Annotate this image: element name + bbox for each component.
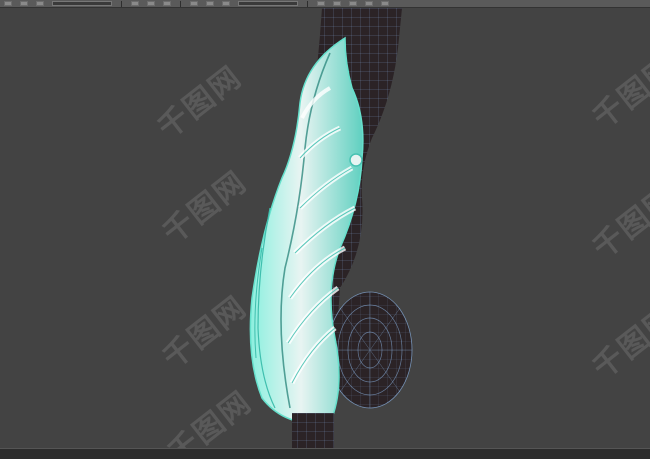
- leg-foot: [292, 413, 334, 448]
- rotate-icon[interactable]: [147, 1, 155, 6]
- model-render: [249, 8, 413, 448]
- camera-icon[interactable]: [365, 1, 373, 6]
- link-icon[interactable]: [190, 1, 198, 6]
- perspective-viewport[interactable]: 千图网 千图网 千图网 千图网 千图网 千图网 千图网: [0, 8, 650, 448]
- scroll-volute: [327, 291, 413, 409]
- scale-icon[interactable]: [163, 1, 171, 6]
- main-toolbar: [0, 0, 650, 8]
- crossing-icon[interactable]: [36, 1, 44, 6]
- render-icon[interactable]: [317, 1, 325, 6]
- viewport-bottom-bar: [0, 448, 650, 459]
- selection-set-field[interactable]: [52, 1, 112, 6]
- toolbar-divider: [180, 0, 181, 7]
- undo-icon[interactable]: [206, 1, 214, 6]
- redo-icon[interactable]: [222, 1, 230, 6]
- toolbar-divider: [121, 0, 122, 7]
- toolbar-divider: [307, 0, 308, 7]
- named-selection-field[interactable]: [238, 1, 298, 6]
- select-icon[interactable]: [4, 1, 12, 6]
- render-frame-icon[interactable]: [333, 1, 341, 6]
- settings-icon[interactable]: [381, 1, 389, 6]
- fence-icon[interactable]: [20, 1, 28, 6]
- window-icon[interactable]: [131, 1, 139, 6]
- layer-icon[interactable]: [349, 1, 357, 6]
